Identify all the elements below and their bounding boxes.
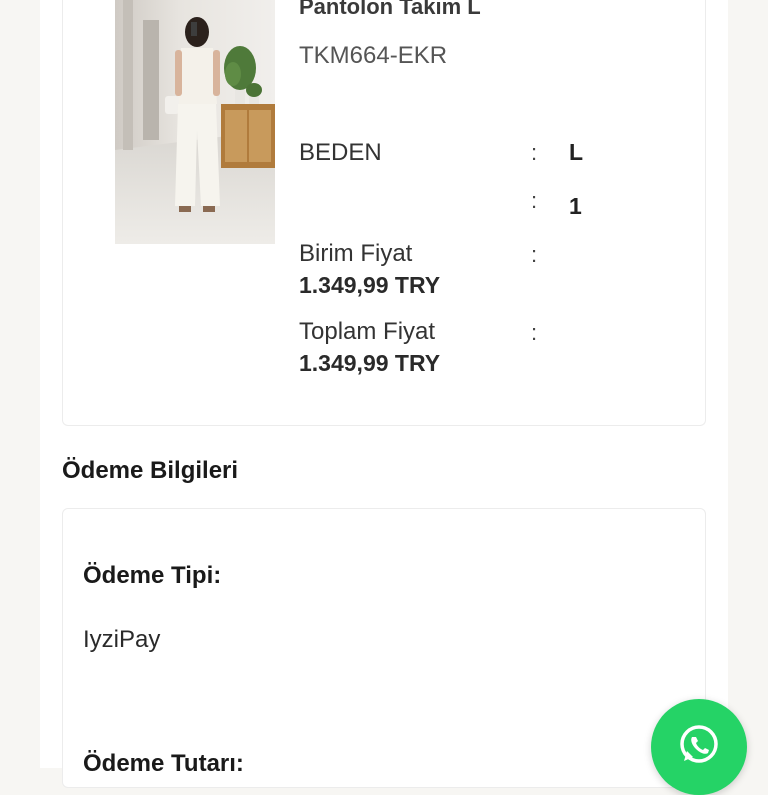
payment-type-label: Ödeme Tipi: xyxy=(83,562,222,589)
product-sku: TKM664-EKR xyxy=(299,42,448,69)
size-separator: : xyxy=(531,140,538,165)
total-price-label: Toplam Fiyat xyxy=(299,318,436,345)
whatsapp-icon xyxy=(674,720,724,775)
quantity-separator: : xyxy=(531,188,538,213)
payment-type-value: IyziPay xyxy=(83,626,161,653)
total-price-value: 1.349,99 TRY xyxy=(299,350,441,376)
payment-section-title: Ödeme Bilgileri xyxy=(62,457,239,484)
size-value: L xyxy=(569,139,584,165)
payment-amount-label: Ödeme Tutarı: xyxy=(83,750,244,777)
total-price-separator: : xyxy=(531,320,538,345)
size-label: BEDEN xyxy=(299,139,382,166)
unit-price-separator: : xyxy=(531,242,538,267)
unit-price-value: 1.349,99 TRY xyxy=(299,272,441,298)
product-title[interactable]: Pantolon Takım L xyxy=(299,0,481,20)
product-image[interactable] xyxy=(115,0,275,244)
quantity-value: 1 xyxy=(569,193,582,219)
whatsapp-chat-button[interactable] xyxy=(651,699,747,795)
unit-price-label: Birim Fiyat xyxy=(299,240,413,267)
